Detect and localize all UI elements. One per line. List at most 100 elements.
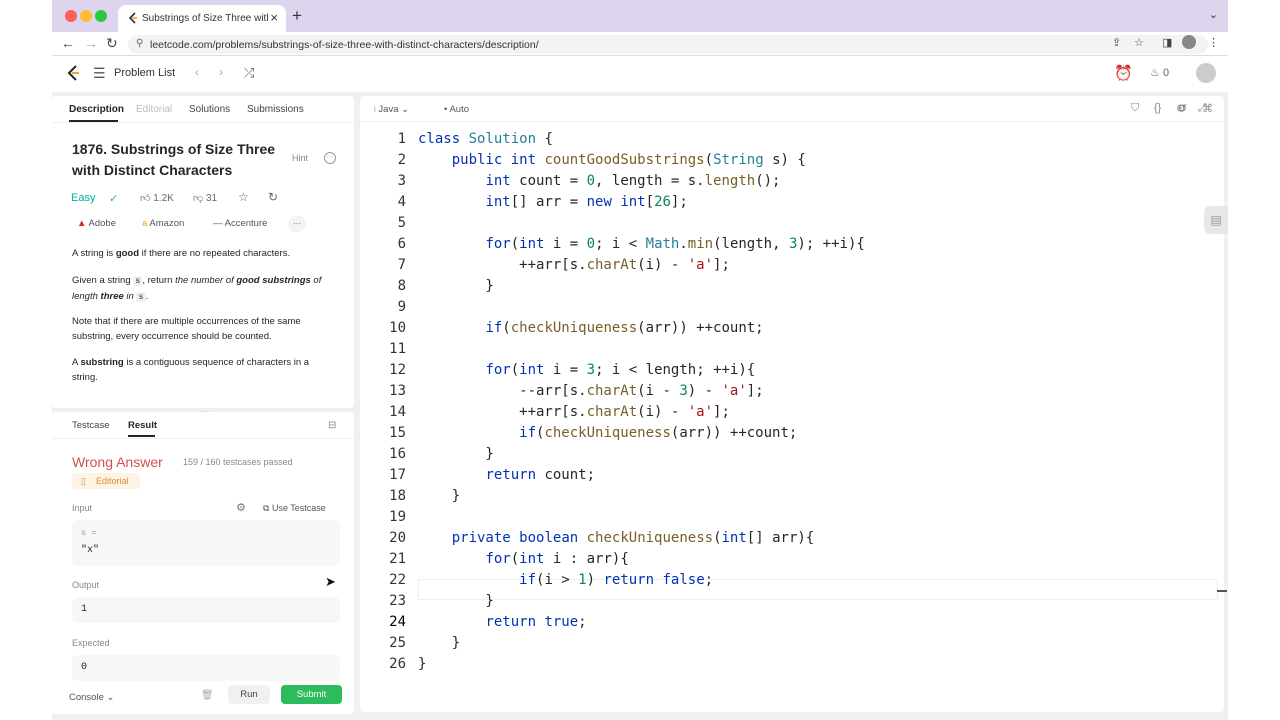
code-text[interactable]: if(checkUniqueness(arr)) ++count; <box>418 318 763 339</box>
profile-avatar[interactable] <box>1182 35 1196 49</box>
streak-counter[interactable]: ♨ 0 <box>1150 66 1169 79</box>
line-number: 25 <box>389 635 406 651</box>
browser-tab[interactable]: Substrings of Size Three with Distinct C… <box>118 5 286 32</box>
back-icon[interactable]: ← <box>61 35 75 51</box>
tab-submissions[interactable]: Submissions <box>247 104 304 115</box>
code-text[interactable]: for(int i = 3; i < length; ++i){ <box>418 360 755 381</box>
test-result-panel: Testcase Result ⊟ Wrong Answer 159 / 160… <box>52 412 354 714</box>
line-number: 8 <box>397 278 406 294</box>
format-code-icon[interactable]: {} <box>1154 102 1161 114</box>
line-number: 12 <box>389 362 406 378</box>
timer-icon[interactable]: ⏰ <box>1114 64 1133 82</box>
line-number: 5 <box>397 215 406 231</box>
editor-toolbar: i Java ⌄ • Auto ⛉ {} ↺ ⌘ <box>360 96 1224 122</box>
leetcode-logo-icon[interactable] <box>66 65 80 86</box>
input-var-name: s = <box>81 528 97 538</box>
like-button[interactable]: 👍︎ 1.2K <box>140 192 174 204</box>
more-companies-button[interactable]: ··· <box>288 216 306 232</box>
code-text[interactable]: } <box>418 276 493 297</box>
code-text[interactable]: int count = 0, length = s.length(); <box>418 171 780 192</box>
favorite-star-icon[interactable]: ☆ <box>238 190 249 204</box>
minimize-window-button[interactable] <box>80 10 92 22</box>
side-panel-toggle[interactable]: ▤ <box>1204 206 1228 234</box>
tab-bar: Substrings of Size Three with Distinct C… <box>52 0 1228 32</box>
company-name: Amazon <box>149 218 185 229</box>
next-problem-icon[interactable]: › <box>219 65 223 79</box>
zoom-window-button[interactable] <box>95 10 107 22</box>
share-link-icon[interactable]: ↻ <box>268 190 278 204</box>
tab-search-icon[interactable]: ⌄ <box>1209 8 1218 21</box>
settings-icon[interactable]: ⚙ <box>1176 102 1186 115</box>
code-text[interactable]: private boolean checkUniqueness(int[] ar… <box>418 528 815 549</box>
problem-list-link[interactable]: Problem List <box>114 67 175 79</box>
line-number: 16 <box>389 446 406 462</box>
url-field[interactable]: ⚲ leetcode.com/problems/substrings-of-si… <box>128 35 1208 54</box>
scrollbar-marker[interactable] <box>1217 590 1227 592</box>
close-window-button[interactable] <box>65 10 77 22</box>
add-testcase-icon: ⧉ <box>263 503 270 513</box>
editorial-button[interactable]: ▯ Editorial <box>72 473 140 489</box>
code-text[interactable]: if(i > 1) return false; <box>418 570 713 591</box>
clear-icon[interactable]: 🗑︎ <box>201 690 214 701</box>
code-text[interactable]: ++arr[s.charAt(i) - 'a']; <box>418 255 730 276</box>
code-text[interactable]: for(int i = 0; i < Math.min(length, 3); … <box>418 234 864 255</box>
tab-testcase[interactable]: Testcase <box>72 420 110 431</box>
reload-icon[interactable]: ↻ <box>106 35 118 52</box>
use-testcase-button[interactable]: ⧉ Use Testcase <box>263 503 326 514</box>
site-info-icon[interactable]: ⚲ <box>136 38 143 49</box>
code-text[interactable]: --arr[s.charAt(i - 3) - 'a']; <box>418 381 763 402</box>
like-count: 1.2K <box>153 193 174 204</box>
bookmark-star-icon[interactable]: ☆ <box>1134 36 1144 49</box>
thumbs-down-icon: 👎︎ <box>193 193 204 204</box>
code-text[interactable]: } <box>418 591 493 612</box>
input-box: s = "x" <box>72 520 340 566</box>
company-tag-accenture[interactable]: — Accenture <box>210 216 270 232</box>
user-avatar[interactable] <box>1196 63 1216 83</box>
collapse-panel-icon[interactable]: ⊟ <box>328 420 336 431</box>
code-text[interactable]: public int countGoodSubstrings(String s)… <box>418 150 806 171</box>
code-text[interactable]: } <box>418 444 493 465</box>
close-tab-icon[interactable]: × <box>270 10 278 25</box>
browser-menu-icon[interactable]: ⋮ <box>1208 36 1219 49</box>
difficulty-badge: Easy <box>71 192 96 204</box>
tabs-divider <box>52 438 354 439</box>
code-text[interactable]: ++arr[s.charAt(i) - 'a']; <box>418 402 730 423</box>
share-icon[interactable]: ⇪ <box>1112 36 1121 49</box>
problem-list-icon[interactable]: ☰ <box>93 65 106 82</box>
code-text[interactable]: } <box>418 654 426 675</box>
problem-title[interactable]: 1876. Substrings of Size Three with Dist… <box>72 139 280 181</box>
prev-problem-icon[interactable]: ‹ <box>195 65 199 79</box>
autocomplete-mode[interactable]: • Auto <box>444 104 469 115</box>
more-options-icon[interactable]: ··· <box>324 152 336 164</box>
bookmark-icon[interactable]: ⛉ <box>1131 102 1139 115</box>
tab-description[interactable]: Description <box>69 104 124 115</box>
code-text[interactable]: class Solution { <box>418 129 553 150</box>
hint-button[interactable]: Hint <box>292 153 308 163</box>
code-text[interactable]: if(checkUniqueness(arr)) ++count; <box>418 423 797 444</box>
code-text[interactable]: int[] arr = new int[26]; <box>418 192 687 213</box>
run-button[interactable]: Run <box>228 685 270 704</box>
code-text[interactable]: } <box>418 633 460 654</box>
tab-solutions[interactable]: Solutions <box>189 104 230 115</box>
tab-editorial[interactable]: Editorial <box>136 104 172 115</box>
new-tab-icon[interactable]: + <box>292 6 302 26</box>
code-text[interactable]: } <box>418 486 460 507</box>
fullscreen-icon[interactable]: ⤢ <box>1198 102 1207 115</box>
company-tag-amazon[interactable]: a Amazon <box>139 216 187 232</box>
submit-button[interactable]: Submit <box>281 685 342 704</box>
console-toggle[interactable]: Console ⌄ <box>69 692 114 703</box>
sidebar-icon[interactable]: ◨ <box>1162 36 1172 49</box>
forward-icon[interactable]: → <box>84 35 98 51</box>
language-select[interactable]: i Java ⌄ <box>374 104 409 115</box>
code-text[interactable]: return count; <box>418 465 595 486</box>
company-tag-adobe[interactable]: ▲ Adobe <box>74 216 119 232</box>
dislike-button[interactable]: 👎︎ 31 <box>193 192 217 204</box>
code-text[interactable]: return true; <box>418 612 586 633</box>
amazon-logo-icon: a <box>142 218 148 229</box>
random-problem-icon[interactable]: ⤮ <box>244 65 254 81</box>
debug-icon[interactable]: ⚙ <box>236 501 246 514</box>
tab-result[interactable]: Result <box>128 420 157 431</box>
paragraph-note: Note that if there are multiple occurren… <box>72 316 301 342</box>
line-number: 26 <box>389 656 406 672</box>
code-text[interactable]: for(int i : arr){ <box>418 549 628 570</box>
